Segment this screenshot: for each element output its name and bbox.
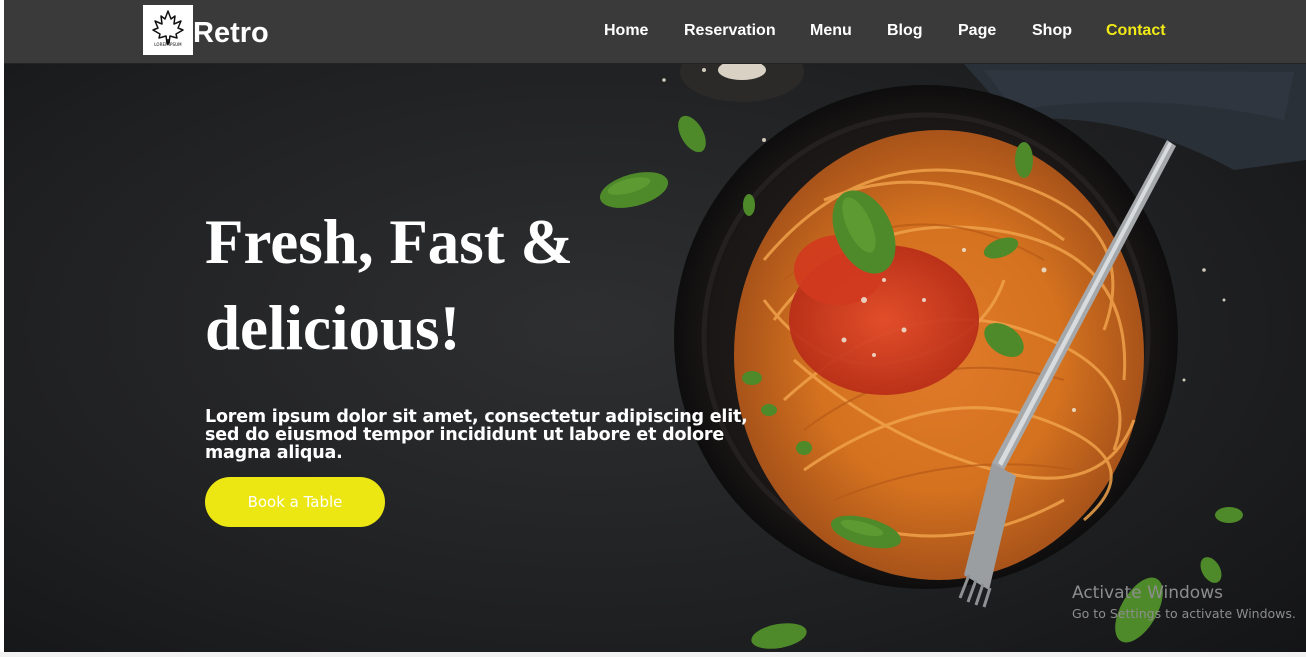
hero-headline-line1: Fresh, Fast & bbox=[205, 207, 574, 277]
logo[interactable]: LOREMIPSUM bbox=[143, 5, 193, 55]
bottom-strip bbox=[0, 652, 1306, 657]
nav-item-contact[interactable]: Contact bbox=[1106, 22, 1166, 40]
book-table-button[interactable]: Book a Table bbox=[205, 477, 385, 527]
maple-leaf-icon bbox=[152, 10, 184, 45]
brand-name[interactable]: Retro bbox=[193, 19, 269, 48]
logo-text: LOREMIPSUM bbox=[154, 42, 182, 47]
nav-item-shop[interactable]: Shop bbox=[1032, 22, 1072, 40]
top-navbar: LOREMIPSUM Retro Home Reservation Menu B… bbox=[4, 0, 1306, 64]
page-frame: LOREMIPSUM Retro Home Reservation Menu B… bbox=[4, 0, 1306, 652]
hero-headline: Fresh, Fast & delicious! bbox=[205, 199, 675, 371]
nav-item-home[interactable]: Home bbox=[604, 22, 648, 40]
nav-item-page[interactable]: Page bbox=[958, 22, 996, 40]
hero-headline-line2: delicious! bbox=[205, 293, 461, 363]
nav-item-menu[interactable]: Menu bbox=[810, 22, 852, 40]
hero-subtext: Lorem ipsum dolor sit amet, consectetur … bbox=[205, 407, 748, 463]
nav-item-reservation[interactable]: Reservation bbox=[684, 22, 776, 40]
nav-item-blog[interactable]: Blog bbox=[887, 22, 923, 40]
